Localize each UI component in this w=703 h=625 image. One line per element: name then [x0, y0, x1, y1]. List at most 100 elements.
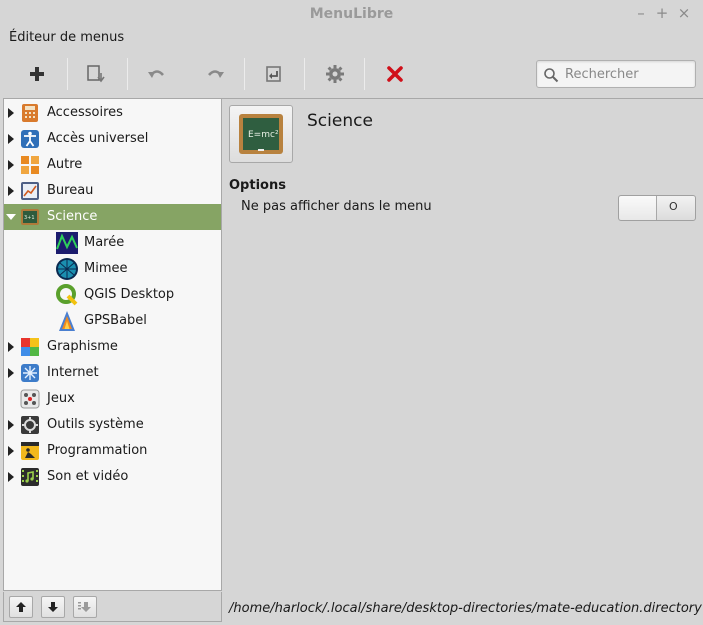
tree-row-label: Graphisme [47, 339, 118, 354]
minimize-icon[interactable]: – [633, 5, 649, 21]
other-icon [21, 156, 39, 174]
title-bar: MenuLibre – + × [0, 0, 703, 28]
revert-icon [266, 66, 281, 82]
tree-row-autre[interactable]: Autre [4, 152, 221, 178]
svg-text:E=mc²: E=mc² [248, 130, 279, 140]
maximize-icon[interactable]: + [654, 5, 670, 21]
maree-icon [56, 232, 78, 254]
tree-row-label: Accessoires [47, 105, 123, 120]
settings-button[interactable] [315, 56, 355, 92]
expander-icon[interactable] [8, 342, 14, 352]
svg-text:3+1: 3+1 [24, 215, 35, 221]
tree-row-maree[interactable]: Marée [4, 230, 221, 256]
menulibre-window: MenuLibre – + × Éditeur de menus Recherc… [0, 0, 703, 625]
science-icon: 3+1 [21, 209, 39, 225]
tree-row-label: Marée [84, 235, 125, 250]
move-up-button[interactable] [9, 596, 33, 618]
expander-icon[interactable] [8, 108, 14, 118]
search-box[interactable] [536, 60, 696, 88]
tree-row-label: Jeux [47, 391, 75, 406]
tree-footer [3, 592, 222, 622]
accessibility-icon [21, 130, 39, 148]
move-down-button[interactable] [41, 596, 65, 618]
system-tools-icon [21, 416, 39, 434]
menu-bar: Éditeur de menus [0, 28, 703, 50]
tree-row-label: Mimee [84, 261, 128, 276]
office-icon [21, 182, 39, 200]
toolbar [0, 52, 703, 96]
sort-icon [78, 602, 91, 612]
tree-row-label: Accès universel [47, 131, 149, 146]
window-title: MenuLibre [309, 6, 394, 22]
tree-row-internet[interactable]: Internet [4, 360, 221, 386]
tree-row-label: Science [47, 209, 98, 224]
switch-knob[interactable] [619, 196, 657, 220]
tree-row-label: Internet [47, 365, 99, 380]
tree-row-qgis[interactable]: QGIS Desktop [4, 282, 221, 308]
expander-icon[interactable] [8, 472, 14, 482]
expander-icon[interactable] [6, 214, 16, 220]
revert-button[interactable] [254, 56, 294, 92]
expander-icon[interactable] [8, 368, 14, 378]
add-button[interactable] [17, 56, 57, 92]
accessories-icon [22, 104, 38, 122]
programming-icon [21, 442, 39, 460]
redo-icon [208, 70, 224, 78]
gpsbabel-icon [59, 311, 75, 331]
games-icon [20, 389, 40, 409]
internet-icon [21, 364, 39, 382]
undo-button[interactable] [137, 56, 177, 92]
tree-row-label: Son et vidéo [47, 469, 129, 484]
tree-row-jeux[interactable]: Jeux [4, 386, 221, 412]
gear-icon [326, 65, 344, 83]
tree-row-gpsbabel[interactable]: GPSBabel [4, 308, 221, 334]
tree-row-label: Autre [47, 157, 83, 172]
delete-button[interactable] [375, 56, 415, 92]
graphics-icon [21, 338, 39, 356]
search-icon [544, 68, 559, 83]
category-icon-button[interactable]: E=mc² [229, 105, 293, 163]
hide-in-menu-label: Ne pas afficher dans le menu [241, 199, 432, 214]
tree-row-label: Outils système [47, 417, 144, 432]
file-path: /home/harlock/.local/share/desktop-direc… [229, 601, 702, 616]
tree-row-label: QGIS Desktop [84, 287, 175, 302]
tree-row-graphisme[interactable]: Graphisme [4, 334, 221, 360]
expander-icon[interactable] [8, 134, 14, 144]
options-heading: Options [229, 178, 286, 193]
hide-in-menu-switch[interactable]: O [618, 195, 696, 221]
qgis-icon [56, 284, 78, 306]
expander-icon[interactable] [8, 446, 14, 456]
undo-icon [148, 70, 164, 78]
category-title: Science [307, 111, 373, 131]
close-icon[interactable]: × [676, 5, 692, 21]
tree-row-mimee[interactable]: Mimee [4, 256, 221, 282]
arrow-down-icon [48, 602, 58, 612]
multimedia-icon [21, 468, 39, 486]
tree-row-son-et-video[interactable]: Son et vidéo [4, 464, 221, 490]
save-icon [87, 65, 105, 83]
expander-icon[interactable] [8, 420, 14, 430]
save-launcher-button[interactable] [77, 56, 117, 92]
science-chalkboard-icon: E=mc² [239, 114, 283, 154]
tree-row-label: Bureau [47, 183, 94, 198]
detail-panel: E=mc² Science Options Ne pas afficher da… [222, 98, 703, 625]
delete-x-icon [387, 66, 403, 82]
switch-state-label: O [669, 200, 678, 213]
sort-button[interactable] [73, 596, 97, 618]
expander-icon[interactable] [8, 186, 14, 196]
redo-button[interactable] [195, 56, 235, 92]
tree-row-programmation[interactable]: Programmation [4, 438, 221, 464]
tree-row-science[interactable]: 3+1 Science [4, 204, 221, 230]
search-input[interactable] [563, 64, 691, 84]
tree-row-outils-systeme[interactable]: Outils système [4, 412, 221, 438]
category-tree: Accessoires Accès universel Autre Bureau… [3, 98, 222, 591]
tree-row-label: Programmation [47, 443, 148, 458]
tree-row-bureau[interactable]: Bureau [4, 178, 221, 204]
editor-menu[interactable]: Éditeur de menus [9, 30, 124, 45]
mimee-icon [56, 258, 78, 280]
tree-row-acces-universel[interactable]: Accès universel [4, 126, 221, 152]
plus-icon [30, 67, 44, 81]
expander-icon[interactable] [8, 160, 14, 170]
tree-row-accessoires[interactable]: Accessoires [4, 100, 221, 126]
tree-row-label: GPSBabel [84, 313, 147, 328]
